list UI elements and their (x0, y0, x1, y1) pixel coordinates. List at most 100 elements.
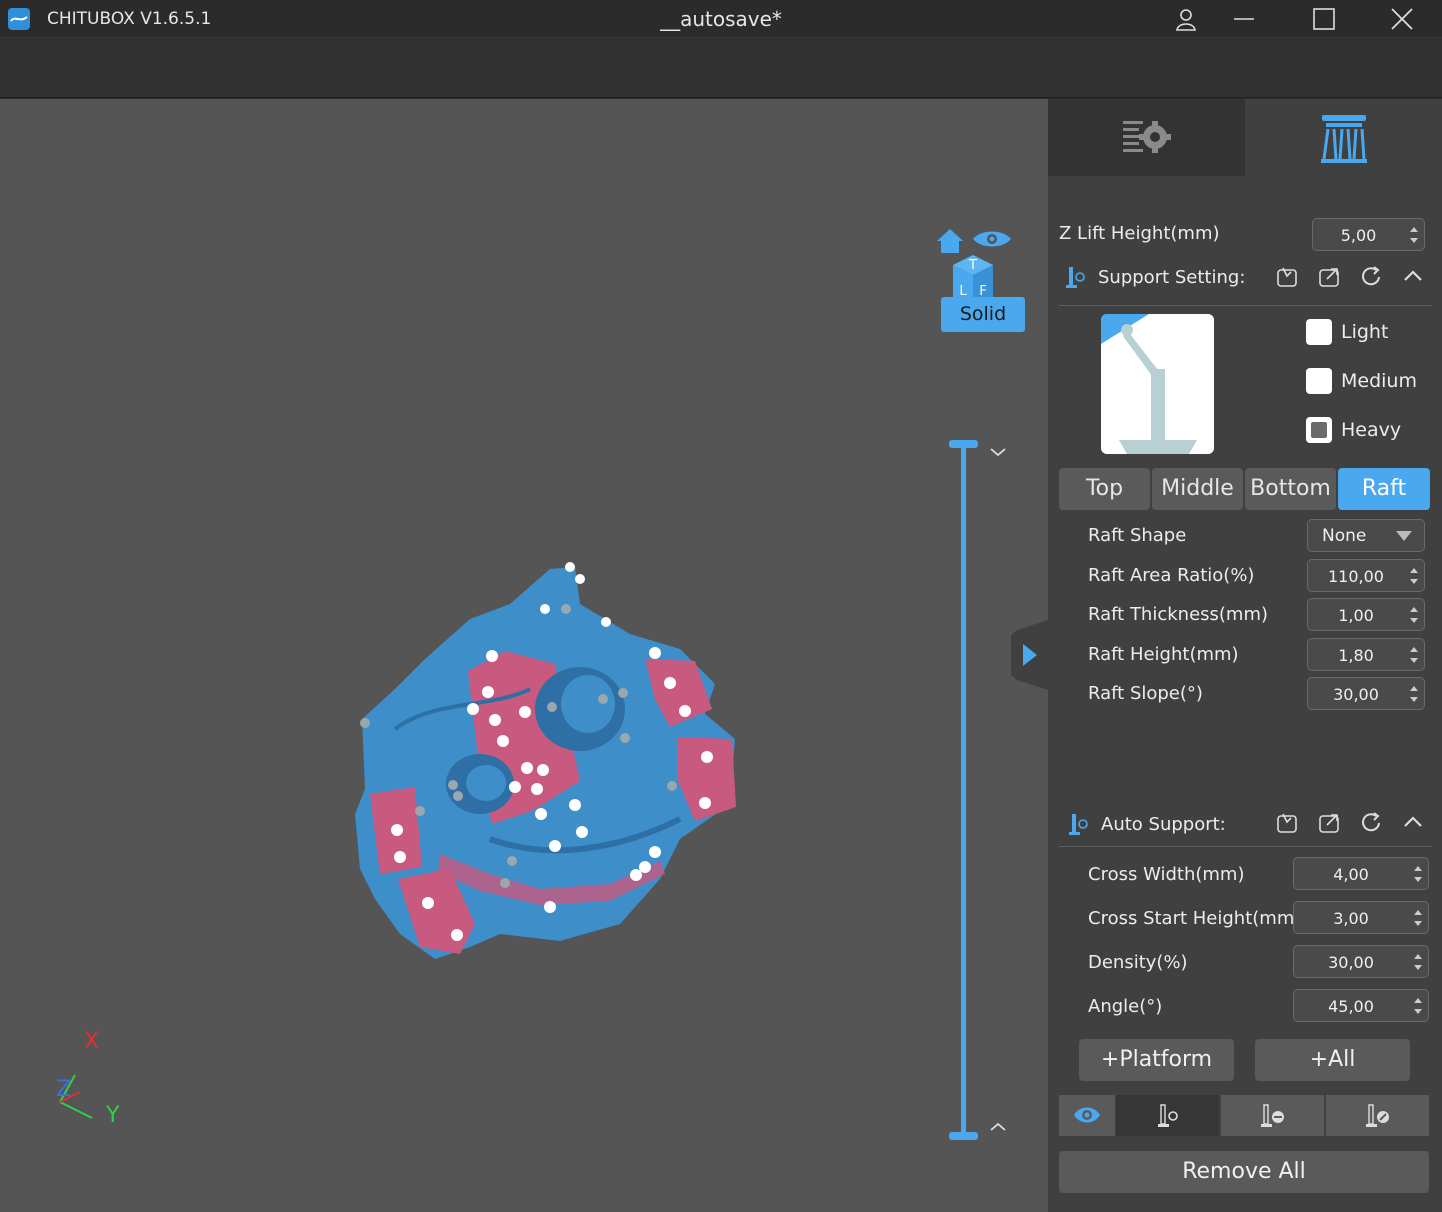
spinner-arrows-icon[interactable] (1412, 906, 1424, 930)
chevron-up-icon[interactable] (1403, 268, 1423, 284)
cross-width-input[interactable]: 4,00 (1293, 857, 1429, 890)
tab-top[interactable]: Top (1059, 468, 1150, 510)
spinner-arrows-icon[interactable] (1408, 564, 1420, 588)
chevron-down-icon[interactable] (988, 446, 1008, 458)
remove-all-supports-button[interactable]: Remove All (1059, 1151, 1429, 1193)
z-lift-label: Z Lift Height(mm) (1059, 223, 1220, 244)
spinner-arrows-icon[interactable] (1408, 223, 1420, 247)
section-divider (1059, 846, 1432, 847)
add-all-supports-button[interactable]: +All (1255, 1039, 1410, 1081)
settings-gear-icon (1123, 121, 1171, 153)
preset-light-checkbox[interactable] (1306, 319, 1332, 345)
close-icon (1391, 8, 1413, 30)
z-lift-input[interactable]: 5,00 (1312, 218, 1425, 251)
support-pin-icon (1066, 267, 1085, 288)
density-value: 30,00 (1328, 953, 1374, 972)
title-bar: CHITUBOX V1.6.5.1 __autosave* (0, 0, 1442, 38)
cross-start-height-label: Cross Start Height(mm) (1088, 908, 1302, 929)
3d-model[interactable] (340, 549, 760, 969)
spinner-arrows-icon[interactable] (1408, 603, 1420, 627)
remove-support-tool[interactable] (1221, 1095, 1324, 1136)
preset-medium-label: Medium (1341, 370, 1417, 392)
raft-area-ratio-value: 110,00 (1328, 567, 1384, 586)
raft-shape-value: None (1322, 526, 1367, 546)
render-mode-button[interactable]: Solid (941, 297, 1025, 332)
refresh-icon[interactable] (1360, 266, 1382, 288)
edit-support-pin-icon (1366, 1104, 1389, 1127)
support-panel: Z Lift Height(mm) 5,00 Support Setting: … (1048, 99, 1442, 1212)
preset-heavy-checkbox[interactable] (1306, 417, 1332, 443)
spinner-arrows-icon[interactable] (1408, 682, 1420, 706)
spinner-arrows-icon[interactable] (1412, 950, 1424, 974)
raft-thickness-value: 1,00 (1338, 606, 1374, 625)
tab-middle[interactable]: Middle (1152, 468, 1243, 510)
raft-height-label: Raft Height(mm) (1088, 644, 1239, 665)
show-supports-button[interactable] (1059, 1095, 1115, 1136)
edit-support-tool[interactable] (1326, 1095, 1429, 1136)
import-icon[interactable] (1276, 266, 1298, 288)
z-lift-value: 5,00 (1340, 226, 1377, 245)
preset-heavy-label: Heavy (1341, 419, 1402, 441)
cross-width-label: Cross Width(mm) (1088, 864, 1245, 885)
add-support-tool[interactable] (1116, 1095, 1219, 1136)
tab-print-settings[interactable] (1048, 99, 1245, 176)
panel-collapse-button[interactable] (1011, 620, 1048, 690)
cross-start-height-value: 3,00 (1333, 909, 1369, 928)
tab-raft[interactable]: Raft (1338, 468, 1430, 510)
home-view-icon (937, 229, 963, 253)
angle-value: 45,00 (1328, 997, 1374, 1016)
add-platform-supports-button[interactable]: +Platform (1079, 1039, 1234, 1081)
3d-viewport[interactable]: T L F Solid X Z Y (0, 99, 1048, 1212)
spinner-arrows-icon[interactable] (1412, 994, 1424, 1018)
export-icon[interactable] (1318, 812, 1340, 834)
chevron-up-icon[interactable] (988, 1121, 1008, 1133)
auto-support-pin-icon (1069, 814, 1088, 835)
spinner-arrows-icon[interactable] (1412, 862, 1424, 886)
dropdown-arrow-icon (1396, 531, 1412, 541)
density-input[interactable]: 30,00 (1293, 945, 1429, 978)
axis-x-label: X (84, 1029, 99, 1054)
export-icon[interactable] (1318, 266, 1340, 288)
import-icon[interactable] (1276, 812, 1298, 834)
support-preview-image (1101, 314, 1214, 454)
eye-icon (1074, 1107, 1100, 1123)
angle-input[interactable]: 45,00 (1293, 989, 1429, 1022)
axis-z-label: Z (56, 1077, 71, 1102)
add-support-pin-icon (1158, 1104, 1178, 1127)
raft-height-value: 1,80 (1338, 646, 1374, 665)
eye-icon (973, 231, 1011, 247)
remove-support-pin-icon (1261, 1104, 1284, 1127)
toolbar-area (0, 39, 1442, 98)
raft-shape-dropdown[interactable]: None (1307, 519, 1425, 552)
layer-slider-track[interactable] (961, 444, 966, 1136)
angle-label: Angle(°) (1088, 996, 1163, 1017)
raft-area-ratio-label: Raft Area Ratio(%) (1088, 565, 1255, 586)
axis-gizmo: X Z Y (56, 1029, 120, 1128)
raft-height-input[interactable]: 1,80 (1307, 638, 1425, 671)
preset-medium-checkbox[interactable] (1306, 368, 1332, 394)
raft-thickness-label: Raft Thickness(mm) (1088, 604, 1269, 625)
raft-thickness-input[interactable]: 1,00 (1307, 598, 1425, 631)
support-columns-icon (1321, 115, 1367, 163)
cross-start-height-input[interactable]: 3,00 (1293, 901, 1429, 934)
density-label: Density(%) (1088, 952, 1188, 973)
cube-face-top[interactable]: T (968, 258, 977, 273)
spinner-arrows-icon[interactable] (1408, 643, 1420, 667)
axis-y-label: Y (105, 1103, 120, 1128)
layer-slider-bottom-handle[interactable] (949, 1132, 978, 1140)
raft-shape-label: Raft Shape (1088, 525, 1187, 546)
section-divider (1059, 305, 1432, 306)
tab-support[interactable] (1245, 99, 1442, 176)
tab-bottom[interactable]: Bottom (1245, 468, 1336, 510)
cross-width-value: 4,00 (1333, 865, 1369, 884)
refresh-icon[interactable] (1360, 812, 1382, 834)
minimize-button[interactable] (1214, 0, 1274, 38)
raft-area-ratio-input[interactable]: 110,00 (1307, 559, 1425, 592)
maximize-button[interactable] (1294, 0, 1354, 38)
raft-slope-input[interactable]: 30,00 (1307, 677, 1425, 710)
user-icon (1176, 9, 1196, 31)
raft-slope-label: Raft Slope(°) (1088, 683, 1203, 704)
close-button[interactable] (1372, 0, 1432, 38)
user-account-button[interactable] (1156, 0, 1216, 38)
chevron-up-icon[interactable] (1403, 814, 1423, 830)
